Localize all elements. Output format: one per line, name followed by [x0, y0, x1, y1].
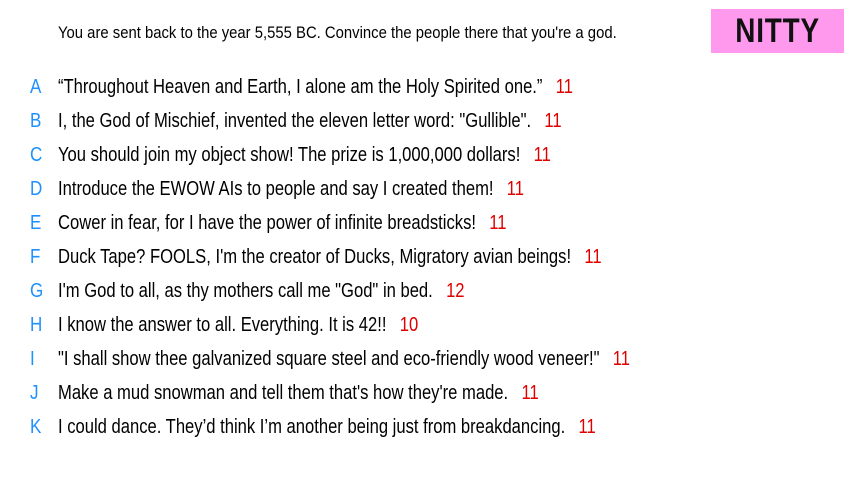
answer-score: 12	[446, 280, 465, 302]
answer-score: 11	[521, 382, 539, 404]
answer-line: I could dance. They’d think I’m another …	[58, 410, 596, 444]
answer-row-i: I "I shall show thee galvanized square s…	[0, 342, 853, 376]
badge-label: NITTY	[735, 12, 820, 50]
answer-score: 11	[506, 178, 525, 200]
answer-text: Introduce the EWOW AIs to people and say…	[58, 178, 494, 200]
answer-letter: K	[30, 416, 42, 438]
answer-text: I could dance. They’d think I’m another …	[58, 416, 566, 438]
answer-list: A “Throughout Heaven and Earth, I alone …	[0, 70, 853, 444]
answer-line: I know the answer to all. Everything. It…	[58, 308, 418, 342]
answer-letter: A	[30, 76, 42, 98]
answer-row-g: G I'm God to all, as thy mothers call me…	[0, 274, 853, 308]
answer-row-c: C You should join my object show! The pr…	[0, 138, 853, 172]
answer-line: Introduce the EWOW AIs to people and say…	[58, 172, 524, 206]
answer-score: 10	[399, 314, 419, 336]
answer-line: Make a mud snowman and tell them that's …	[58, 376, 539, 410]
answer-letter: J	[30, 382, 39, 404]
answer-score: 11	[612, 348, 630, 370]
answer-score: 11	[533, 144, 551, 166]
answer-letter: F	[30, 246, 41, 268]
answer-score: 11	[555, 76, 573, 98]
answer-letter: G	[30, 280, 44, 302]
answer-row-a: A “Throughout Heaven and Earth, I alone …	[0, 70, 853, 104]
answer-text: Make a mud snowman and tell them that's …	[58, 382, 509, 404]
answer-row-h: H I know the answer to all. Everything. …	[0, 308, 853, 342]
answer-row-j: J Make a mud snowman and tell them that'…	[0, 376, 853, 410]
answer-text: Duck Tape? FOOLS, I'm the creator of Duc…	[58, 246, 572, 268]
answer-row-e: E Cower in fear, for I have the power of…	[0, 206, 853, 240]
answer-text: I know the answer to all. Everything. It…	[58, 314, 387, 336]
answer-text: I, the God of Mischief, invented the ele…	[58, 110, 532, 132]
prompt-text: You are sent back to the year 5,555 BC. …	[58, 24, 617, 42]
answer-letter: B	[30, 110, 42, 132]
answer-score: 11	[489, 212, 507, 234]
answer-score: 11	[584, 246, 602, 268]
answer-line: “Throughout Heaven and Earth, I alone am…	[58, 70, 573, 104]
nitty-badge: NITTY	[711, 9, 844, 53]
answer-score: 11	[544, 110, 562, 132]
answer-line: "I shall show thee galvanized square ste…	[58, 342, 630, 376]
answer-letter: C	[30, 144, 43, 166]
answer-row-d: D Introduce the EWOW AIs to people and s…	[0, 172, 853, 206]
answer-row-b: B I, the God of Mischief, invented the e…	[0, 104, 853, 138]
answer-letter: H	[30, 314, 43, 336]
answer-text: "I shall show thee galvanized square ste…	[58, 348, 600, 370]
answer-text: You should join my object show! The priz…	[58, 144, 521, 166]
answer-letter: E	[30, 212, 42, 234]
answer-text: “Throughout Heaven and Earth, I alone am…	[58, 76, 543, 98]
answer-row-f: F Duck Tape? FOOLS, I'm the creator of D…	[0, 240, 853, 274]
answer-line: Cower in fear, for I have the power of i…	[58, 206, 506, 240]
answer-text: Cower in fear, for I have the power of i…	[58, 212, 476, 234]
answer-text: I'm God to all, as thy mothers call me "…	[58, 280, 433, 302]
answer-row-k: K I could dance. They’d think I’m anothe…	[0, 410, 853, 444]
answer-line: Duck Tape? FOOLS, I'm the creator of Duc…	[58, 240, 602, 274]
answer-line: I'm God to all, as thy mothers call me "…	[58, 274, 465, 308]
answer-letter: I	[30, 348, 35, 370]
answer-score: 11	[578, 416, 596, 438]
answer-line: I, the God of Mischief, invented the ele…	[58, 104, 562, 138]
answer-letter: D	[30, 178, 43, 200]
answer-line: You should join my object show! The priz…	[58, 138, 551, 172]
